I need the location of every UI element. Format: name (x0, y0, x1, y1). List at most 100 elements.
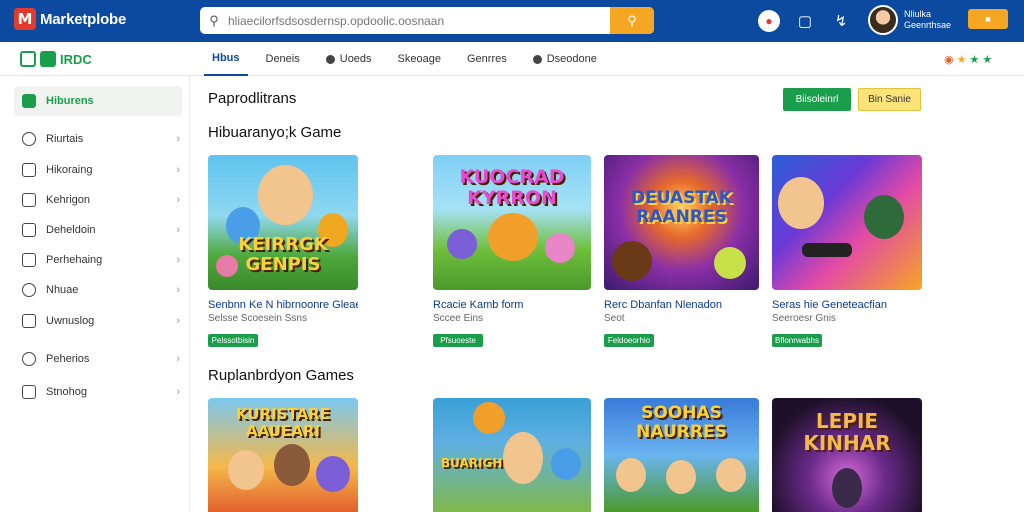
search-button[interactable]: ⚲ (610, 7, 654, 34)
game-art-title: KEIRRGK GENPIS (238, 234, 328, 275)
game-subtitle: Seeroesr Gnis (772, 313, 836, 324)
tab-deneis[interactable]: Deneis (258, 42, 308, 76)
game-title[interactable]: Seras hie Geneteacfian (772, 299, 922, 311)
game-title[interactable]: Rcacie Kamb form (433, 299, 591, 311)
logo-mark-icon: M (14, 8, 36, 30)
tab-uoeds[interactable]: Uoeds (318, 42, 380, 76)
sidebar-item-label: Riurtais (46, 133, 84, 145)
primary-button[interactable]: Biisoleinrl (783, 88, 851, 111)
character-art (488, 213, 538, 261)
game-thumbnail[interactable]: SOOHAS NAURRES (604, 398, 759, 512)
section-title: Ruplanbrdyon Games (208, 367, 354, 384)
tab-label: Hbus (212, 52, 240, 64)
section-title: Hibuaranyo;k Game (208, 124, 342, 141)
sidebar-item-label: Nhuae (46, 284, 79, 296)
sidebar-item-7[interactable]: Uwnuslog › (14, 306, 182, 336)
user-profile[interactable]: Nliulka Geenrthsae (868, 5, 951, 35)
chat-icon (22, 283, 36, 297)
game-title[interactable]: Senbnn Ke N hibrnoonre Gleaens (208, 299, 358, 311)
game-card[interactable]: KUOCRAD KYRRON Rcacie Kamb form Sccee Ei… (433, 155, 591, 347)
search-input[interactable] (228, 13, 610, 28)
lightning-icon[interactable]: ↯ (830, 10, 852, 32)
secondary-button[interactable]: Bin Sanie (858, 88, 921, 111)
game-card[interactable]: BUARIGHE (433, 398, 591, 512)
notification-icon[interactable]: ● (758, 10, 780, 32)
chevron-right-icon: › (176, 224, 180, 236)
game-thumbnail[interactable]: KUOCRAD KYRRON (433, 155, 591, 290)
game-subtitle: Seot (604, 313, 625, 324)
chart-icon (22, 314, 36, 328)
tab-list: Hbus Deneis Uoeds Skeoage Genrres Dseodo… (204, 42, 615, 76)
game-card[interactable]: LEPIE KINHAR (772, 398, 922, 512)
section-brand[interactable]: IRDC (20, 51, 92, 67)
game-badge[interactable]: Pelssotbisin (208, 334, 258, 347)
character-art (778, 177, 824, 229)
sidebar-item-2[interactable]: Hikoraing › (14, 155, 182, 185)
chevron-right-icon: › (176, 194, 180, 206)
game-thumbnail[interactable]: KEIRRGK GENPIS (208, 155, 358, 290)
game-thumbnail[interactable]: DEUASTAK RAANRES (604, 155, 759, 290)
character-art (473, 402, 505, 434)
chevron-right-icon: › (176, 284, 180, 296)
tab-dseodone[interactable]: Dseodone (525, 42, 605, 76)
game-thumbnail[interactable] (772, 155, 922, 290)
game-thumbnail[interactable]: BUARIGHE (433, 398, 591, 512)
chevron-right-icon: › (176, 315, 180, 327)
game-thumbnail[interactable]: LEPIE KINHAR (772, 398, 922, 512)
sidebar-item-label: Peherios (46, 353, 90, 365)
search-icon: ⚲ (627, 12, 637, 28)
tab-skeoage[interactable]: Skeoage (390, 42, 449, 76)
sidebar-item-5[interactable]: Perhehaing › (14, 245, 182, 275)
character-art (258, 165, 313, 225)
game-card[interactable]: KURISTARE AAUEARI (208, 398, 358, 512)
sidebar-item-3[interactable]: Kehrigon › (14, 185, 182, 215)
sidebar-item-4[interactable]: Deheldoin › (14, 215, 182, 245)
sidebar-item-6[interactable]: Nhuae › (14, 275, 182, 305)
top-action-button[interactable]: ■ (968, 9, 1008, 29)
document-icon (22, 385, 36, 399)
store-icon (40, 51, 56, 67)
game-title[interactable]: Rerc Dbanfan Nlenadon (604, 299, 759, 311)
tab-label: Uoeds (339, 53, 372, 65)
sidebar-item-1[interactable]: Riurtais › (14, 124, 182, 154)
sidebar-item-label: Stnohog (46, 386, 87, 398)
top-icons: ● ▢ ↯ (758, 10, 852, 32)
game-card[interactable]: Seras hie Geneteacfian Seeroesr Gnis Bfl… (772, 155, 922, 347)
list-icon (22, 163, 36, 177)
game-art-title: KURISTARE AAUEARI (236, 405, 330, 440)
tab-genrres[interactable]: Genrres (459, 42, 515, 76)
section-brand-label: IRDC (60, 51, 92, 67)
game-art-title: KUOCRAD KYRRON (459, 166, 565, 209)
sidebar-item-label: Uwnuslog (46, 315, 95, 327)
app-logo[interactable]: M Marketplobe (14, 8, 126, 30)
game-badge[interactable]: Pfsuoeste (433, 334, 483, 347)
tab-home[interactable]: Hbus (204, 42, 248, 76)
game-card[interactable]: KEIRRGK GENPIS Senbnn Ke N hibrnoonre Gl… (208, 155, 358, 347)
character-art (228, 450, 264, 490)
game-art-title: SOOHAS NAURRES (636, 403, 727, 442)
home-icon (20, 51, 36, 67)
chevron-right-icon: › (176, 254, 180, 266)
sidebar-item-8[interactable]: Peherios › (14, 344, 182, 374)
rating-stars: ◉ ★ ★ ★ (944, 53, 992, 66)
top-bar: M Marketplobe ⚲ ⚲ ● ▢ ↯ Nliulka Geenrths… (0, 0, 1024, 42)
blaster-art (802, 243, 852, 257)
gift-icon[interactable]: ▢ (794, 10, 816, 32)
avatar[interactable] (868, 5, 898, 35)
character-art (503, 432, 543, 484)
chevron-right-icon: › (176, 386, 180, 398)
game-card[interactable]: SOOHAS NAURRES (604, 398, 759, 512)
game-badge[interactable]: Feldoeorhio (604, 334, 654, 347)
game-thumbnail[interactable]: KURISTARE AAUEARI (208, 398, 358, 512)
info-icon (22, 352, 36, 366)
game-art-title: LEPIE KINHAR (803, 409, 891, 455)
sidebar-item-label: Hikoraing (46, 164, 93, 176)
globe-icon (325, 54, 335, 64)
game-badge[interactable]: Bflonrwabhs (772, 334, 822, 347)
sidebar-item-home[interactable]: Hiburens (14, 86, 182, 116)
star-icon: ★ (982, 54, 993, 66)
character-art (447, 229, 477, 259)
character-art (716, 458, 746, 492)
sidebar-item-9[interactable]: Stnohog › (14, 377, 182, 407)
game-card[interactable]: DEUASTAK RAANRES Rerc Dbanfan Nlenadon S… (604, 155, 759, 347)
